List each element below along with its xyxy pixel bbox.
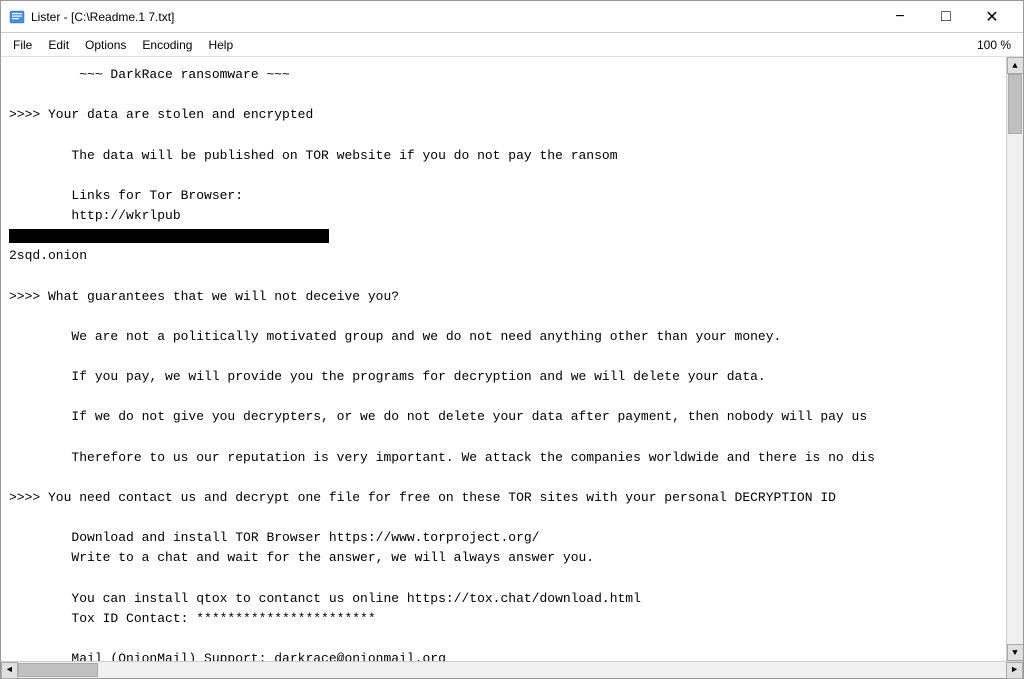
zoom-level: 100 % (977, 38, 1019, 52)
menu-bar: File Edit Options Encoding Help 100 % (1, 33, 1023, 57)
line-20: >>>> You need contact us and decrypt one… (9, 490, 836, 505)
scroll-right-arrow[interactable]: ► (1006, 662, 1023, 679)
line-21 (9, 510, 17, 525)
scroll-track-v[interactable] (1007, 74, 1023, 644)
line-9 (9, 268, 17, 283)
menu-encoding[interactable]: Encoding (134, 33, 200, 56)
text-content: ~~~ DarkRace ransomware ~~~ >>>> Your da… (1, 57, 1006, 661)
line-15 (9, 389, 17, 404)
horizontal-scrollbar[interactable]: ◄ ► (1, 661, 1023, 678)
line-13 (9, 349, 17, 364)
menu-options[interactable]: Options (77, 33, 134, 56)
scroll-up-arrow[interactable]: ▲ (1007, 57, 1024, 74)
line-12: We are not a politically motivated group… (9, 329, 781, 344)
line-23: Write to a chat and wait for the answer,… (9, 550, 594, 565)
line-8: http://wkrlpub 2sqd.onion (9, 208, 329, 263)
line-3: >>>> Your data are stolen and encrypted (9, 107, 313, 122)
line-2 (9, 87, 17, 102)
scroll-thumb-v[interactable] (1008, 74, 1022, 134)
scroll-thumb-h[interactable] (18, 663, 98, 677)
line-28: Mail (OnionMail) Support: darkrace@onion… (9, 651, 446, 661)
line-18: Therefore to us our reputation is very i… (9, 450, 875, 465)
line-8-post: 2sqd.onion (9, 248, 87, 263)
window-title: Lister - [C:\Readme.1 7.txt] (31, 10, 877, 24)
close-button[interactable]: ✕ (969, 1, 1015, 33)
line-24 (9, 571, 17, 586)
maximize-button[interactable]: □ (923, 1, 969, 33)
title-bar: Lister - [C:\Readme.1 7.txt] − □ ✕ (1, 1, 1023, 33)
line-22: Download and install TOR Browser https:/… (9, 530, 540, 545)
menu-file[interactable]: File (5, 33, 40, 56)
line-26: Tox ID Contact: *********************** (9, 611, 376, 626)
window-controls: − □ ✕ (877, 1, 1015, 33)
line-25: You can install qtox to contanct us onli… (9, 591, 641, 606)
content-wrapper: ~~~ DarkRace ransomware ~~~ >>>> Your da… (1, 57, 1023, 661)
line-11 (9, 309, 17, 324)
vertical-scrollbar[interactable]: ▲ ▼ (1006, 57, 1023, 661)
line-7: Links for Tor Browser: (9, 188, 243, 203)
line-5: The data will be published on TOR websit… (9, 148, 618, 163)
scroll-left-arrow[interactable]: ◄ (1, 662, 18, 679)
scroll-track-h[interactable] (18, 662, 1006, 678)
line-4 (9, 127, 17, 142)
redacted-url (9, 229, 329, 243)
app-icon (9, 9, 25, 25)
line-8-pre: http://wkrlpub (9, 208, 181, 223)
menu-help[interactable]: Help (200, 33, 241, 56)
line-6 (9, 168, 17, 183)
minimize-button[interactable]: − (877, 1, 923, 33)
scroll-down-arrow[interactable]: ▼ (1007, 644, 1024, 661)
line-14: If you pay, we will provide you the prog… (9, 369, 766, 384)
line-1: ~~~ DarkRace ransomware ~~~ (9, 67, 290, 82)
line-10: >>>> What guarantees that we will not de… (9, 289, 399, 304)
main-window: Lister - [C:\Readme.1 7.txt] − □ ✕ File … (0, 0, 1024, 679)
line-27 (9, 631, 17, 646)
menu-edit[interactable]: Edit (40, 33, 77, 56)
line-16: If we do not give you decrypters, or we … (9, 409, 867, 424)
line-19 (9, 470, 17, 485)
line-17 (9, 430, 17, 445)
